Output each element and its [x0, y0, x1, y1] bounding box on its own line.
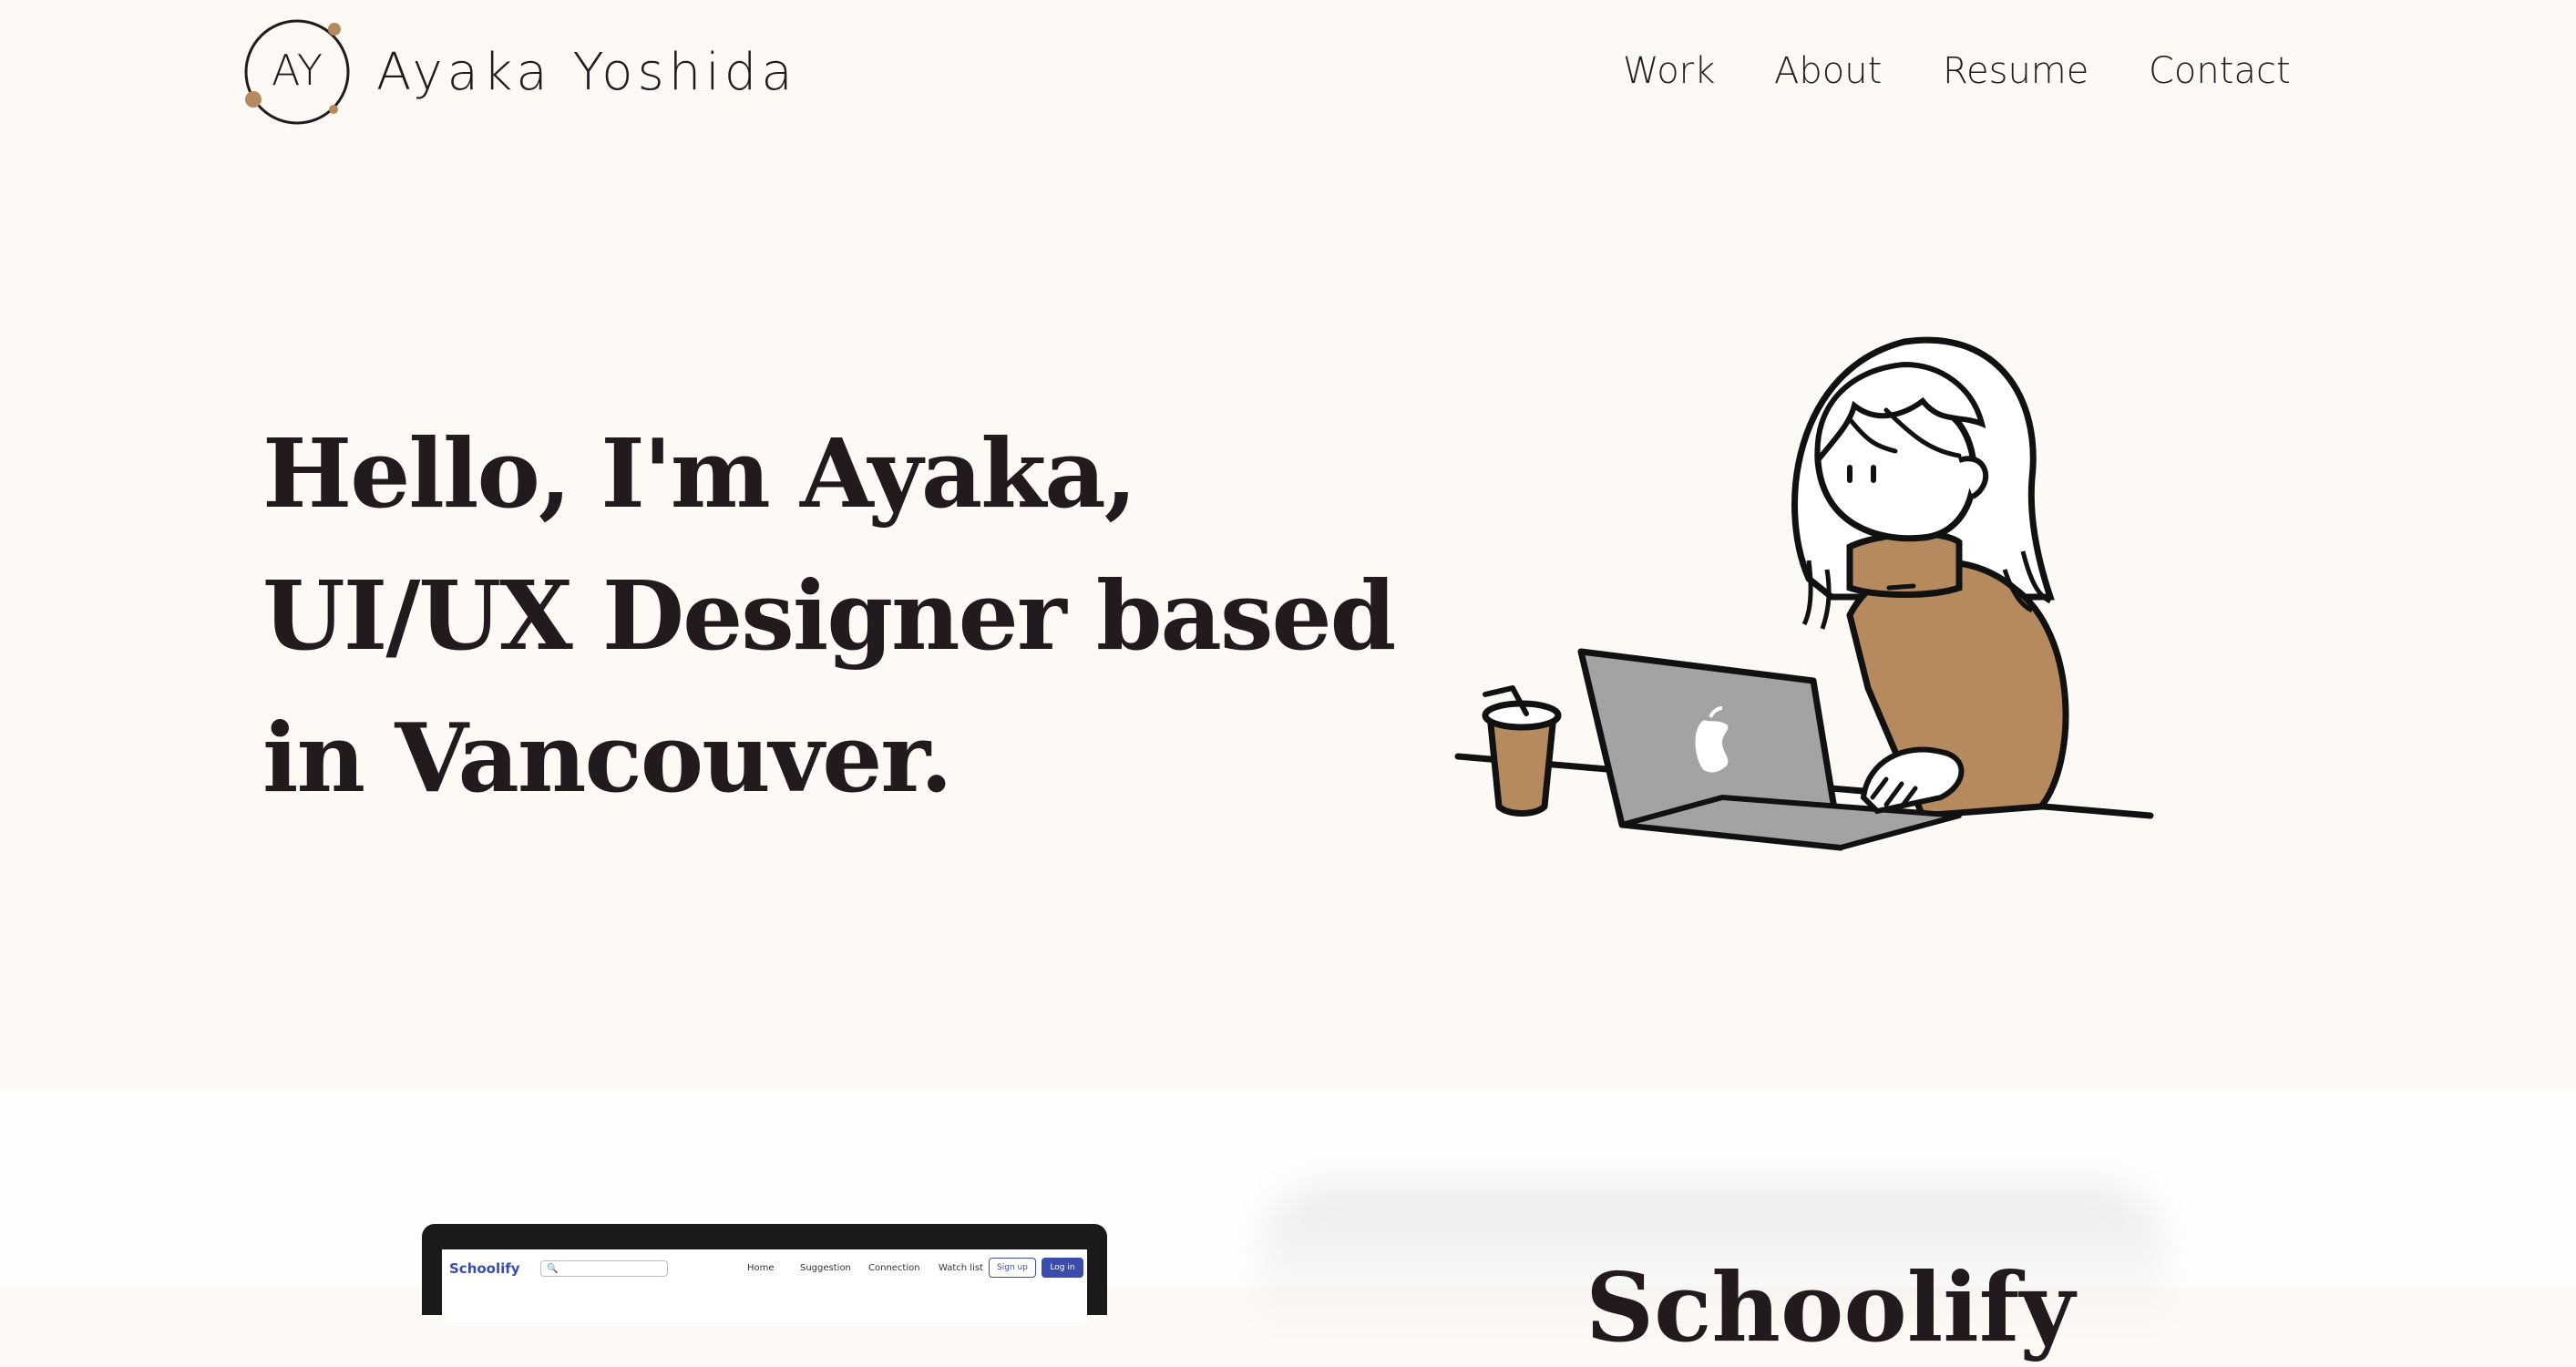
project-laptop-mockup[interactable]: Schoolify 🔍 Home Suggestion Connection W… [422, 1224, 1107, 1322]
hero-heading-line-3: in Vancouver. [262, 702, 953, 814]
screen-search-input: 🔍 [540, 1260, 668, 1277]
site-header: AY Ayaka Yoshida Work About Resume Conta… [0, 0, 2576, 146]
nav-work[interactable]: Work [1623, 46, 1715, 97]
screen-nav-connection: Connection [868, 1263, 920, 1273]
screen-nav-home: Home [747, 1263, 775, 1273]
screen-nav-suggestion: Suggestion [800, 1263, 851, 1273]
screen-login-button: Log in [1042, 1258, 1083, 1278]
project-screen-preview: Schoolify 🔍 Home Suggestion Connection W… [442, 1249, 1087, 1322]
hero-heading-line-1: Hello, I'm Ayaka, [262, 417, 1137, 529]
person-with-laptop-illustration [1454, 336, 2154, 851]
screen-signup-button: Sign up [989, 1258, 1036, 1278]
screen-logo: Schoolify [449, 1260, 520, 1277]
logo-icon[interactable]: AY [239, 14, 355, 130]
nav-resume[interactable]: Resume [1943, 46, 2089, 97]
nav-about[interactable]: About [1774, 46, 1882, 97]
hero-heading-line-2: UI/UX Designer based [262, 560, 1396, 672]
nav-contact[interactable]: Contact [2149, 46, 2291, 97]
logo-text: AY [272, 46, 323, 95]
project-title[interactable]: Schoolify [1586, 1249, 2075, 1367]
brand-name[interactable]: Ayaka Yoshida [376, 40, 797, 106]
screen-nav-watchlist: Watch list [939, 1263, 983, 1273]
